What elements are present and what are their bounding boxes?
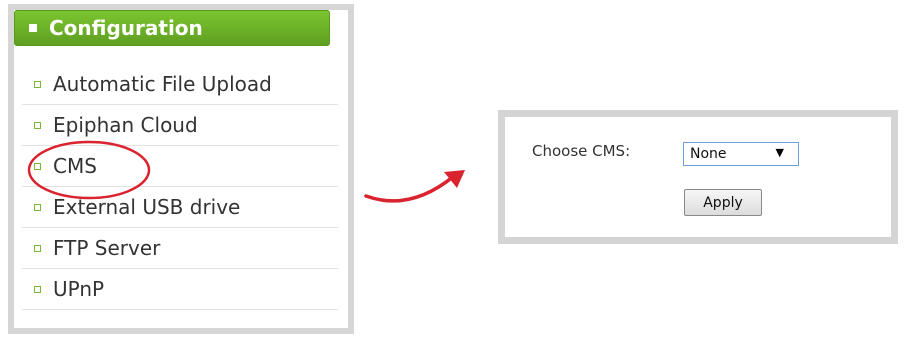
menu-item-external-usb-drive[interactable]: External USB drive xyxy=(22,187,338,228)
menu-item-cms[interactable]: CMS xyxy=(22,146,338,187)
header-bullet-icon xyxy=(29,24,37,32)
menu-item-epiphan-cloud[interactable]: Epiphan Cloud xyxy=(22,105,338,146)
menu-item-ftp-server[interactable]: FTP Server xyxy=(22,228,338,269)
curved-arrow-annotation xyxy=(364,174,456,203)
configuration-menu-title: Configuration xyxy=(49,16,203,40)
cms-select-value: None xyxy=(690,146,727,162)
configuration-menu-header: Configuration xyxy=(14,10,330,46)
arrowhead-annotation xyxy=(444,170,465,188)
configuration-menu-list: Automatic File Upload Epiphan Cloud CMS … xyxy=(22,64,338,310)
bullet-icon xyxy=(34,203,41,211)
menu-item-automatic-file-upload[interactable]: Automatic File Upload xyxy=(22,64,338,105)
menu-item-label: CMS xyxy=(53,154,97,178)
menu-item-upnp[interactable]: UPnP xyxy=(22,269,338,310)
bullet-icon xyxy=(34,121,41,129)
menu-item-label: Epiphan Cloud xyxy=(53,113,198,137)
bullet-icon xyxy=(34,285,41,293)
apply-button[interactable]: Apply xyxy=(684,189,762,216)
cms-settings-panel: Choose CMS: None ▼ Apply xyxy=(498,110,898,244)
choose-cms-label: Choose CMS: xyxy=(532,142,631,160)
bullet-icon xyxy=(34,162,41,170)
cms-select-dropdown[interactable]: None ▼ xyxy=(683,142,799,166)
menu-item-label: Automatic File Upload xyxy=(53,72,272,96)
dropdown-arrow-icon: ▼ xyxy=(775,146,784,159)
menu-item-label: External USB drive xyxy=(53,195,241,219)
bullet-icon xyxy=(34,244,41,252)
menu-item-label: UPnP xyxy=(53,277,105,301)
bullet-icon xyxy=(34,80,41,88)
menu-item-label: FTP Server xyxy=(53,236,161,260)
